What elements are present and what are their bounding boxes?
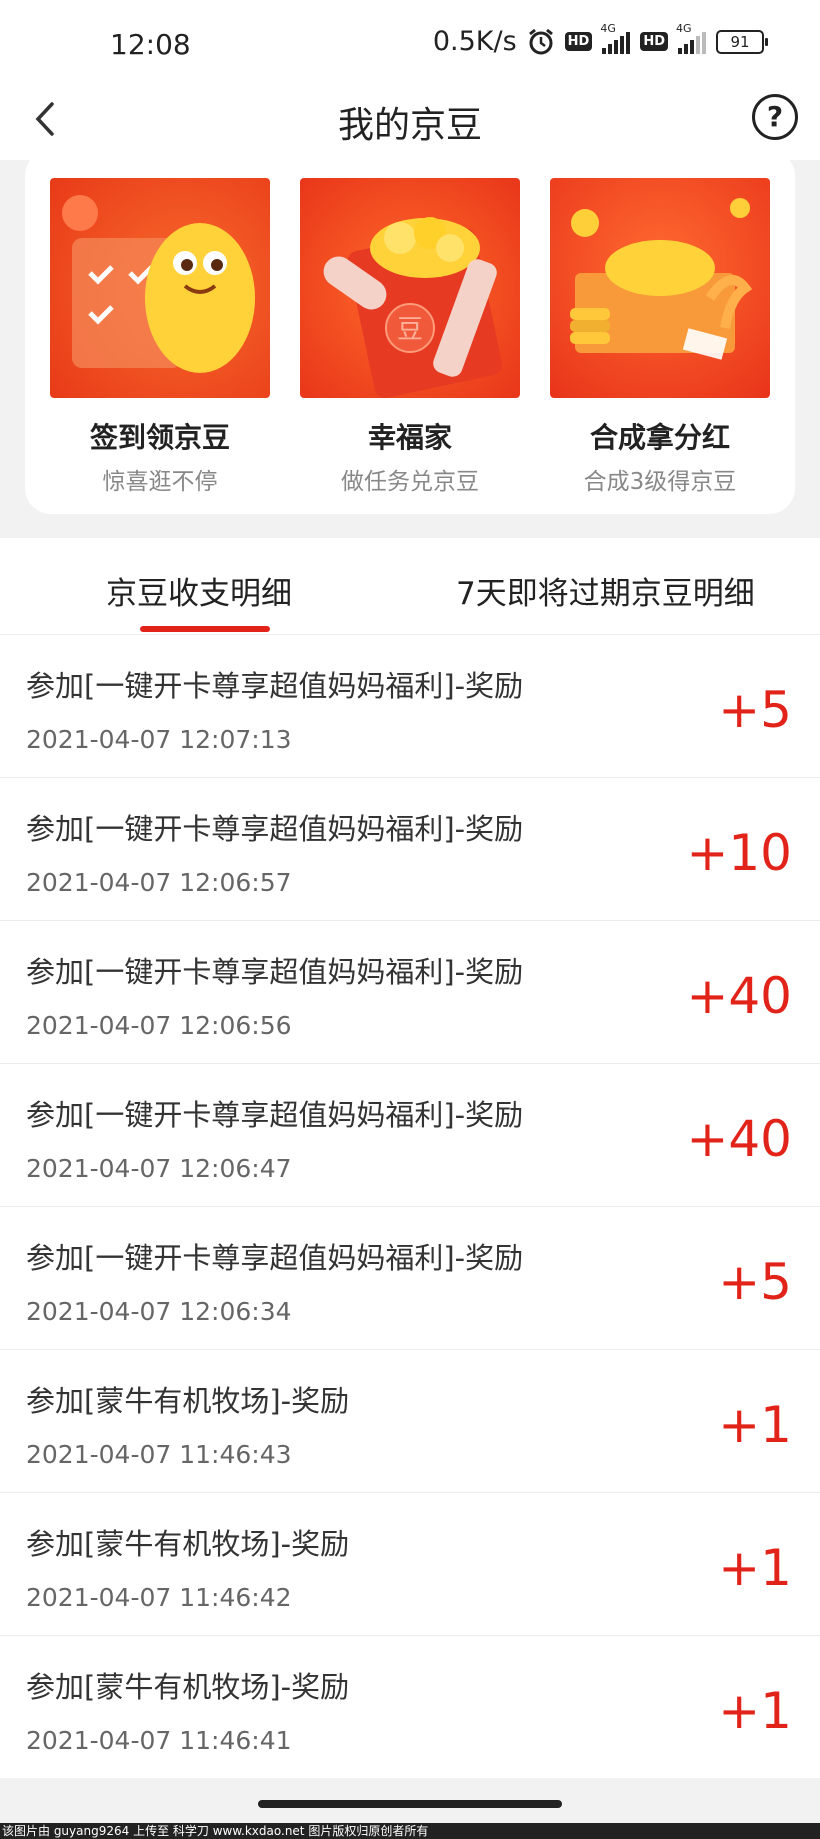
feature-card-checkin[interactable]: 签到领京豆 惊喜逛不停 (50, 178, 270, 496)
feature-sub: 合成3级得京豆 (583, 469, 737, 495)
list-item[interactable]: 参加[一键开卡尊享超值妈妈福利]-奖励 2021-04-07 12:06:34 … (0, 1206, 820, 1349)
alarm-icon (527, 28, 555, 56)
feature-sub: 做任务兑京豆 (341, 469, 479, 495)
record-amount: +1 (718, 1396, 792, 1454)
record-description: 参加[一键开卡尊享超值妈妈福利]-奖励 (26, 812, 524, 846)
record-amount: +40 (686, 967, 792, 1025)
record-description: 参加[一键开卡尊享超值妈妈福利]-奖励 (26, 669, 524, 703)
help-button[interactable]: ? (752, 94, 798, 140)
record-datetime: 2021-04-07 12:06:47 (26, 1154, 292, 1183)
list-item[interactable]: 参加[蒙牛有机牧场]-奖励 2021-04-07 11:46:41 +1 (0, 1635, 820, 1778)
list-item[interactable]: 参加[一键开卡尊享超值妈妈福利]-奖励 2021-04-07 12:06:57 … (0, 777, 820, 920)
family-image: 豆 (300, 178, 520, 398)
hd-icon: HD (564, 32, 593, 51)
record-description: 参加[一键开卡尊享超值妈妈福利]-奖励 (26, 955, 524, 989)
merge-image (550, 178, 770, 398)
record-amount: +40 (686, 1110, 792, 1168)
record-list: 参加[一键开卡尊享超值妈妈福利]-奖励 2021-04-07 12:07:13 … (0, 634, 820, 1778)
question-circle-icon: ? (766, 100, 784, 133)
record-amount: +5 (718, 1253, 792, 1311)
list-item[interactable]: 参加[一键开卡尊享超值妈妈福利]-奖励 2021-04-07 12:07:13 … (0, 634, 820, 777)
feature-card-family[interactable]: 豆 幸福家 做任务兑京豆 (300, 178, 520, 496)
bean-badge: 豆 (397, 315, 423, 345)
network-type-2: 4G (676, 21, 692, 35)
watermark-footer: 该图片由 guyang9264 上传至 科学刀 www.kxdao.net 图片… (0, 1823, 820, 1839)
record-description: 参加[蒙牛有机牧场]-奖励 (26, 1527, 350, 1561)
record-datetime: 2021-04-07 12:07:13 (26, 725, 292, 754)
record-datetime: 2021-04-07 11:46:42 (26, 1583, 292, 1612)
active-tab-indicator (140, 626, 270, 632)
feature-sub: 惊喜逛不停 (102, 469, 218, 495)
feature-name: 合成拿分红 (589, 421, 730, 454)
record-description: 参加[蒙牛有机牧场]-奖励 (26, 1670, 350, 1704)
record-amount: +1 (718, 1539, 792, 1597)
list-item[interactable]: 参加[一键开卡尊享超值妈妈福利]-奖励 2021-04-07 12:06:56 … (0, 920, 820, 1063)
tab-expiring-beans[interactable]: 7天即将过期京豆明细 (456, 568, 755, 613)
record-description: 参加[一键开卡尊享超值妈妈福利]-奖励 (26, 1241, 524, 1275)
record-description: 参加[蒙牛有机牧场]-奖励 (26, 1384, 350, 1418)
list-item[interactable]: 参加[蒙牛有机牧场]-奖励 2021-04-07 11:46:43 +1 (0, 1349, 820, 1492)
feature-name: 幸福家 (367, 421, 452, 454)
record-datetime: 2021-04-07 12:06:34 (26, 1297, 292, 1326)
signal-icon-1: 4G (600, 22, 631, 54)
record-amount: +1 (718, 1682, 792, 1740)
page-title: 我的京豆 (337, 105, 482, 146)
nav-bar: 我的京豆 ? (0, 80, 820, 160)
status-icons: 0.5K/s HD 4G HD 4G 91 (432, 22, 768, 57)
tab-bar: 京豆收支明细 7天即将过期京豆明细 (0, 538, 820, 634)
record-datetime: 2021-04-07 11:46:41 (26, 1726, 292, 1755)
list-item[interactable]: 参加[一键开卡尊享超值妈妈福利]-奖励 2021-04-07 12:06:47 … (0, 1063, 820, 1206)
checkin-image (50, 178, 270, 398)
home-indicator[interactable] (258, 1800, 562, 1808)
status-time: 12:08 (110, 28, 191, 61)
tab-bean-details[interactable]: 京豆收支明细 (106, 568, 292, 613)
record-datetime: 2021-04-07 12:06:56 (26, 1011, 292, 1040)
feature-cards: 签到领京豆 惊喜逛不停 豆 幸福家 做任务兑京豆 合成拿分红 合成3级得京豆 (25, 150, 795, 514)
battery-level: 91 (730, 32, 750, 51)
signal-icon-2: 4G (676, 22, 706, 54)
hd-icon-2: HD (640, 32, 668, 51)
list-item[interactable]: 参加[蒙牛有机牧场]-奖励 2021-04-07 11:46:42 +1 (0, 1492, 820, 1635)
status-bar: 12:08 0.5K/s HD 4G HD 4G 91 (0, 0, 820, 80)
record-amount: +5 (718, 681, 792, 739)
record-description: 参加[一键开卡尊享超值妈妈福利]-奖励 (26, 1098, 524, 1132)
battery-icon: 91 (716, 29, 768, 54)
feature-name: 签到领京豆 (89, 421, 230, 454)
record-datetime: 2021-04-07 12:06:57 (26, 868, 292, 897)
feature-card-merge[interactable]: 合成拿分红 合成3级得京豆 (550, 178, 770, 496)
record-amount: +10 (686, 824, 792, 882)
network-speed: 0.5K/s (432, 26, 517, 57)
record-datetime: 2021-04-07 11:46:43 (26, 1440, 292, 1469)
network-type-1: 4G (600, 21, 616, 35)
